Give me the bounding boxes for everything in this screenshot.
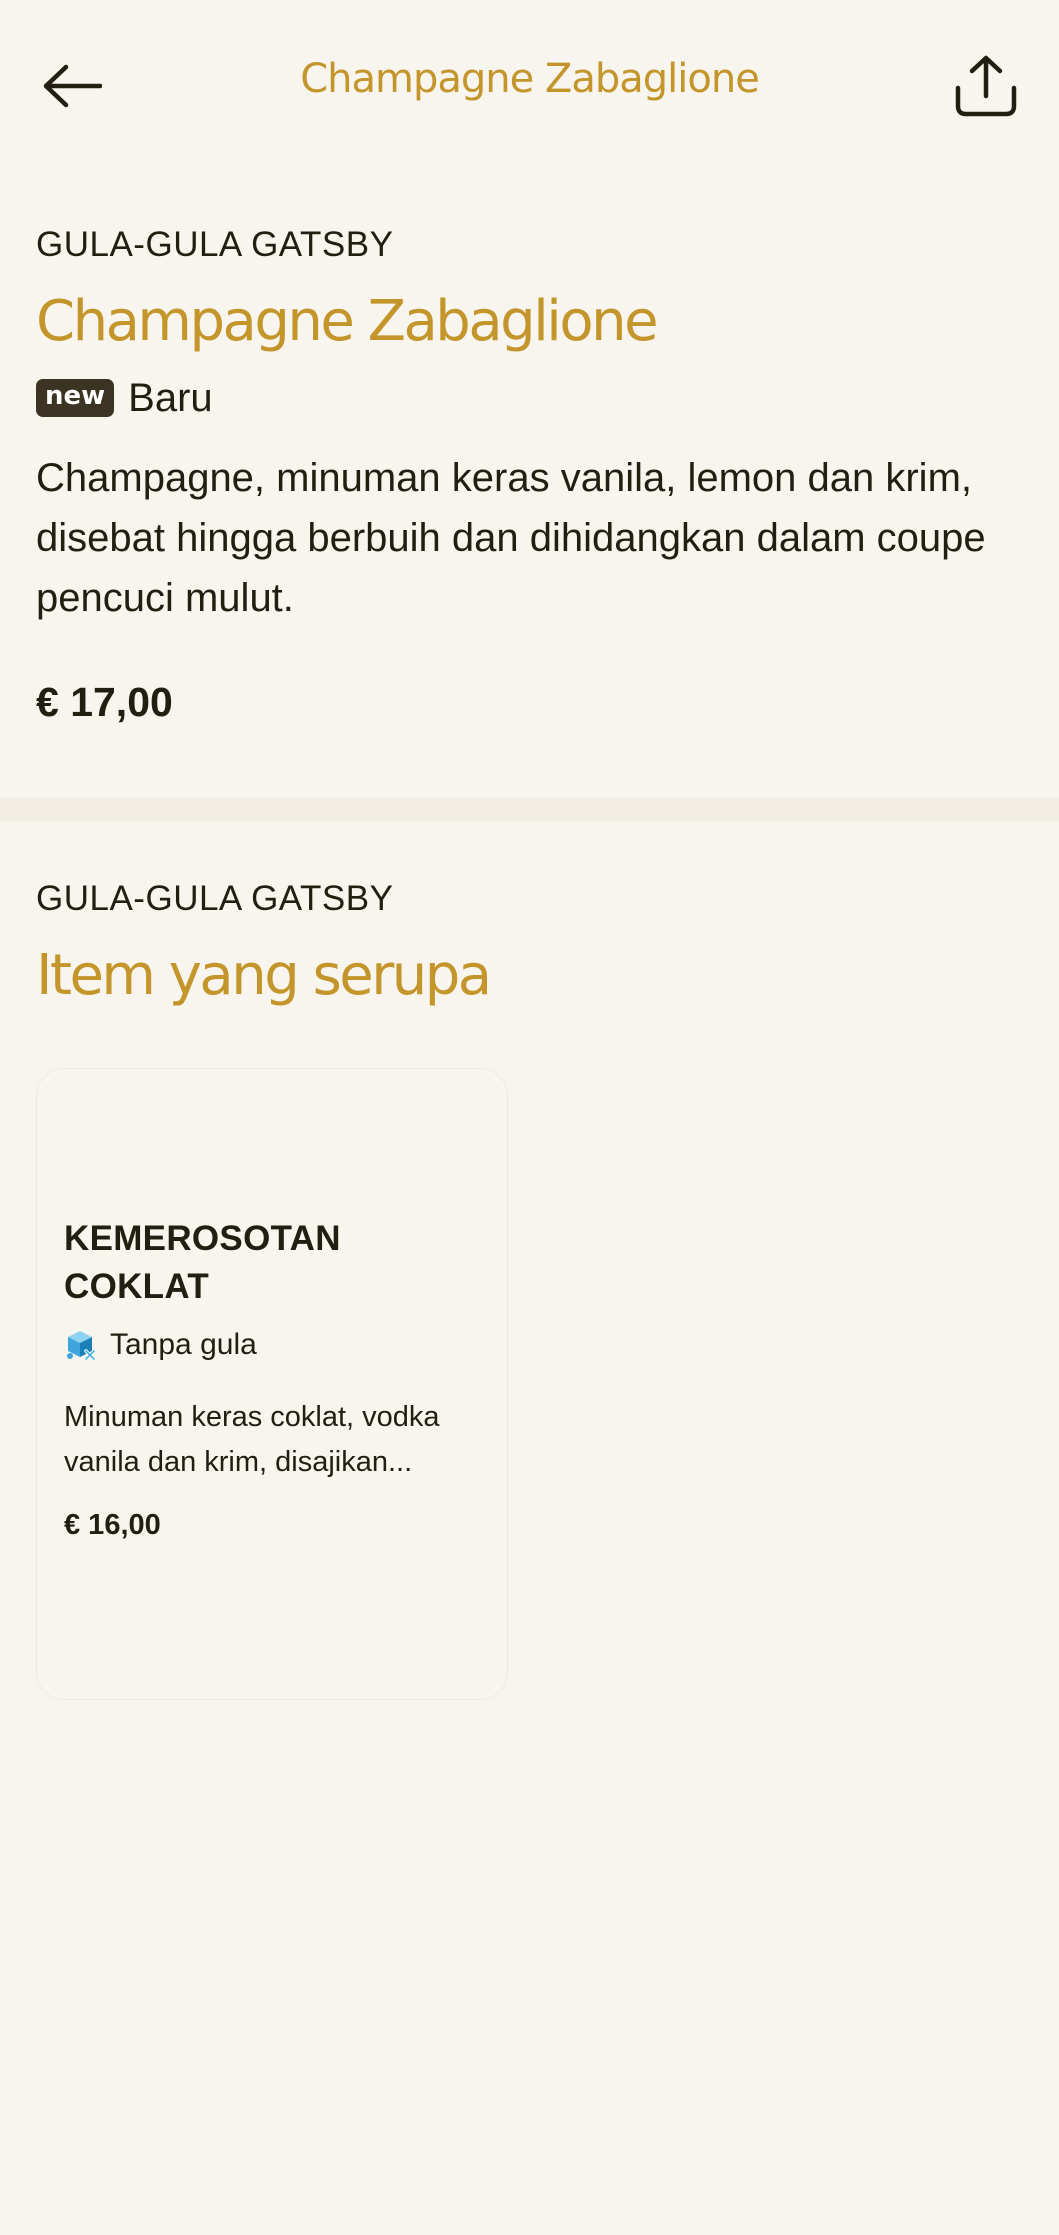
- similar-title: Item yang serupa: [36, 943, 492, 1008]
- share-button[interactable]: [948, 48, 1024, 124]
- card-tag-label: Tanpa gula: [110, 1328, 257, 1361]
- share-icon: [955, 55, 1017, 117]
- arrow-left-icon: [43, 64, 102, 108]
- top-bar: Champagne Zabaglione: [0, 0, 1059, 170]
- header-title: Champagne Zabaglione: [300, 56, 760, 102]
- new-badge-label: Baru: [128, 375, 213, 420]
- similar-items-section: GULA-GULA GATSBY Item yang serupa: [36, 872, 1023, 1014]
- product-brand: GULA-GULA GATSBY: [36, 225, 394, 264]
- product-detail: GULA-GULA GATSBY Champagne Zabaglione ne…: [36, 218, 1023, 730]
- product-description: Champagne, minuman keras vanila, lemon d…: [36, 456, 986, 620]
- product-price: € 17,00: [36, 679, 173, 725]
- section-divider: [0, 798, 1059, 822]
- card-content: KEMEROSOTAN COKLAT Tanpa gula Minuman ke…: [64, 1215, 484, 1542]
- sugar-free-icon: [64, 1329, 96, 1361]
- badge-row: new Baru: [36, 370, 1023, 426]
- card-item-price: € 16,00: [64, 1509, 161, 1541]
- back-button[interactable]: [36, 50, 108, 122]
- card-item-name: KEMEROSOTAN COKLAT: [64, 1219, 341, 1306]
- card-tag-row: Tanpa gula: [64, 1323, 484, 1367]
- product-title: Champagne Zabaglione: [36, 289, 659, 354]
- similar-item-card[interactable]: KEMEROSOTAN COKLAT Tanpa gula Minuman ke…: [36, 1068, 508, 1700]
- similar-brand: GULA-GULA GATSBY: [36, 879, 394, 918]
- new-badge: new: [36, 379, 115, 417]
- card-item-description: Minuman keras coklat, vodka vanila dan k…: [64, 1401, 440, 1478]
